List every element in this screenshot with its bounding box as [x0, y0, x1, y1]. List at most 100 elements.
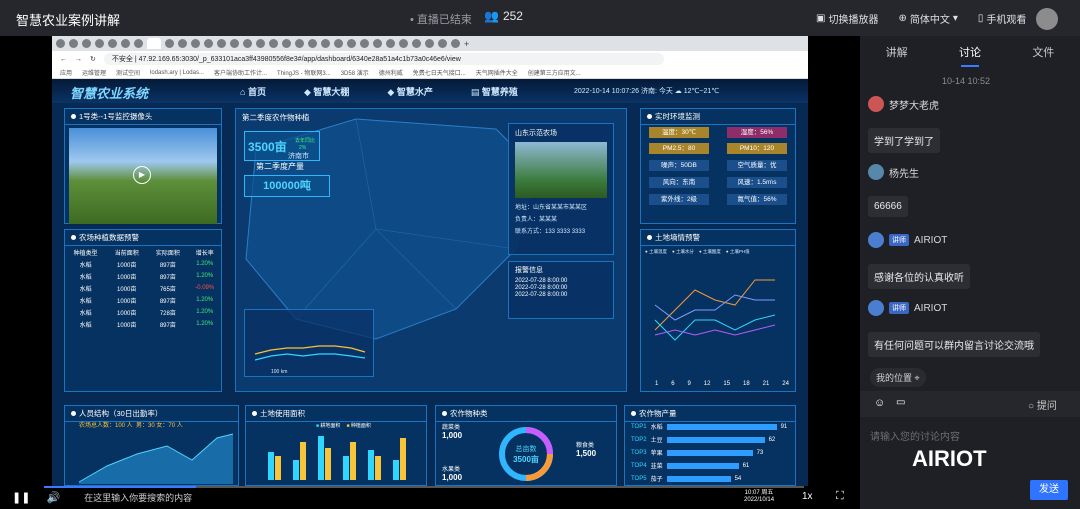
alarm-card: 报警信息 2022-07-28 8:00:00 2022-07-28 8:00:…	[508, 261, 614, 319]
env-cell: 噪声：50DB	[649, 160, 709, 171]
warning-table: 种植类型 当前面积 实际面积 增长率 水稻 1000亩 897亩 1.20% 水稻 1000亩…	[65, 246, 221, 330]
crop-label: 粮食类 1,500	[576, 443, 597, 458]
env-cell: 空气质量：优	[727, 160, 787, 171]
output-panel: 农作物产量 TOP1 水稻 91 TOP2 土豆 62 TOP3 苹果 73 TOP4 韭菜 6…	[624, 405, 796, 486]
discussion-sidebar: 讲解 讨论 文件 10-14 10:52 梦梦大老虎 学到了学到了 杨先生 66…	[860, 36, 1080, 509]
chat-user: 讲师 AIRIOT	[868, 300, 947, 316]
output-row: TOP5 茄子 54	[631, 475, 742, 483]
alarm-item: 2022-07-28 8:00:00	[515, 292, 568, 298]
watermark-logo: AIRIOT	[912, 446, 987, 471]
top-bar: 智慧农业案例讲解 • 直播已结束 👥 252 ▣ 切换播放器 ⊕ 简体中文 ▾ ▯…	[0, 0, 1080, 36]
output-row: TOP1 水稻 91	[631, 423, 788, 431]
ask-toggle[interactable]: ○ 提问	[1028, 397, 1057, 412]
course-title: 智慧农业案例讲解	[16, 13, 121, 28]
avatar	[868, 232, 884, 248]
avatar	[868, 96, 884, 112]
pause-icon[interactable]: ❚❚	[12, 491, 30, 504]
env-cell: 紫外线：2级	[649, 194, 709, 205]
soil-line-chart	[654, 279, 776, 341]
staff-area-chart	[78, 433, 234, 484]
yield-box: 100000吨	[244, 175, 330, 197]
send-button[interactable]: 发送	[1030, 480, 1068, 500]
soil-legend: ● 土壤温度 ● 土壤水分 ● 土壤酸度 ● 土壤PH值	[645, 249, 750, 254]
taskbar-search[interactable]: 在这里输入你要搜索的内容	[84, 491, 192, 504]
chat-message: 有任何问题可以群内留言讨论交流哦	[868, 332, 1040, 357]
back-icon[interactable]: ←	[60, 56, 67, 63]
bookmarks-bar[interactable]: 应用 运维管理 测试空间 lodash.ary | Lodas... 客户端协助工作计.…	[52, 67, 808, 79]
env-cell: 氮气值：56%	[727, 194, 787, 205]
tab-discussion[interactable]: 讨论	[959, 44, 981, 67]
staff-panel: 人员结构（30日出勤率） 农场总人数：100 人 男：30 女：70 人	[64, 405, 239, 486]
system-name: 智慧农业系统	[70, 86, 149, 101]
url-text[interactable]: 47.92.169.65:3030/_p_633101aca3ff4398055…	[139, 56, 461, 63]
camera-panel: 1号类--1号监控摄像头 ▶	[64, 108, 222, 224]
chat-user: 杨先生	[868, 164, 919, 180]
nav-home[interactable]: ⌂ 首页	[240, 85, 266, 98]
avatar[interactable]	[1036, 8, 1058, 30]
browser-window: + ← → ↻ 不安全 | 47.92.169.65:3030/_p_633101a…	[52, 36, 808, 486]
player-controls: ❚❚ 🔊 在这里输入你要搜索的内容 10:07 周五 2022/10/14 1x …	[0, 486, 860, 509]
farm-photo	[515, 142, 607, 198]
output-row: TOP3 苹果 73	[631, 449, 764, 457]
address-bar[interactable]: ← → ↻ 不安全 | 47.92.169.65:3030/_p_633101aca…	[52, 51, 808, 67]
user-icon: 👥	[484, 9, 499, 23]
viewer-count: 👥 252	[484, 9, 523, 23]
nav-livestock[interactable]: ▤ 智慧养殖	[471, 85, 518, 98]
crop-label: 水果类 1,000	[442, 467, 463, 482]
soil-panel: 土地墒情预警 ● 土壤温度 ● 土壤水分 ● 土壤酸度 ● 土壤PH值 1 6 9 12 15…	[640, 229, 796, 392]
table-row: 水稻 1000亩 765亩 -0.09%	[79, 285, 215, 293]
env-cell: 温度：30℃	[649, 127, 709, 138]
farm-card[interactable]: 山东示范农场 地址：山东省某某市某某区 负责人：某某某 联系方式：133 333…	[508, 123, 614, 255]
progress-bar[interactable]	[44, 486, 804, 488]
taskbar-clock: 10:07 周五 2022/10/14	[744, 490, 775, 503]
dashboard: 智慧农业系统 ⌂ 首页 ◆ 智慧大棚 ◆ 智慧水产 ▤ 智慧养殖 2022-10…	[52, 79, 808, 486]
discussion-input[interactable]: 请输入您的讨论内容	[870, 428, 960, 443]
image-icon[interactable]: ▭	[896, 397, 905, 408]
tab-files[interactable]: 文件	[1032, 44, 1054, 60]
crops-panel: 农作物种类 总亩数 3500亩 蔬菜类 1,000 粮食类 1,500 水果类 1,00…	[435, 405, 617, 486]
mobile-view-button[interactable]: ▯ 手机观看	[978, 11, 1027, 26]
environment-panel: 实时环境监测 温度：30℃ 湿度：56% PM2.5：80 PM10：120 噪…	[640, 108, 796, 224]
chat-user: 梦梦大老虎	[868, 96, 939, 112]
chat-message: 66666	[868, 196, 908, 217]
map-panel[interactable]: 第二季度农作物种植 3500亩 去年同比 2% 济南市 第二季度产量 10000…	[235, 108, 627, 392]
alarm-item: 2022-07-28 8:00:00	[515, 285, 568, 291]
chat-time: 10-14 10:52	[942, 76, 991, 86]
camera-feed[interactable]: ▶	[69, 128, 217, 224]
chat-message: 学到了学到了	[868, 128, 940, 153]
env-cell: 风速：1.5m\s	[727, 177, 787, 188]
output-row: TOP2 土豆 62	[631, 436, 776, 444]
switch-player-button[interactable]: ▣ 切换播放器	[816, 11, 878, 26]
alarm-item: 2022-07-28 8:00:00	[515, 278, 568, 284]
dashboard-header: 智慧农业系统 ⌂ 首页 ◆ 智慧大棚 ◆ 智慧水产 ▤ 智慧养殖 2022-10…	[52, 79, 808, 103]
chat-message: 感谢各位的认真收听	[868, 264, 970, 289]
nav-aquatic[interactable]: ◆ 智慧水产	[387, 85, 432, 98]
land-bar-chart	[268, 436, 406, 480]
soil-x-axis: 1 6 9 12 15 18 21 24	[655, 381, 789, 387]
table-row: 水稻 1000亩 897亩 1.20%	[79, 297, 214, 305]
table-row: 水稻 1000亩 897亩 1.20%	[79, 273, 214, 281]
emoji-icon[interactable]: ☺	[874, 397, 885, 409]
live-status: • 直播已结束	[410, 14, 472, 26]
language-select[interactable]: ⊕ 简体中文 ▾	[898, 11, 957, 26]
speed-button[interactable]: 1x	[802, 491, 813, 502]
env-cell: PM2.5：80	[649, 143, 709, 154]
location-button[interactable]: 我的位置 ⌖	[870, 368, 926, 387]
env-cell: PM10：120	[727, 143, 787, 154]
nav-greenhouse[interactable]: ◆ 智慧大棚	[304, 85, 349, 98]
avatar	[868, 164, 884, 180]
tab-lecture[interactable]: 讲解	[886, 44, 908, 60]
chat-user: 讲师 AIRIOT	[868, 232, 947, 248]
avatar	[868, 300, 884, 316]
volume-icon[interactable]: 🔊	[46, 491, 60, 504]
reload-icon[interactable]: ↻	[90, 55, 96, 63]
city-label: 济南市	[288, 153, 309, 160]
datetime: 2022-10-14 10:07:26 济南: 今天 ☁ 12℃~21℃	[574, 88, 720, 95]
play-icon[interactable]: ▶	[133, 166, 151, 184]
fullscreen-icon[interactable]: ⛶	[836, 490, 844, 503]
forward-icon[interactable]: →	[75, 56, 82, 63]
browser-tab-strip[interactable]: +	[52, 36, 808, 51]
table-row: 水稻 1000亩 897亩 1.20%	[79, 321, 214, 329]
env-cell: 风向：东南	[649, 177, 709, 188]
crop-label: 蔬菜类 1,000	[442, 425, 463, 440]
